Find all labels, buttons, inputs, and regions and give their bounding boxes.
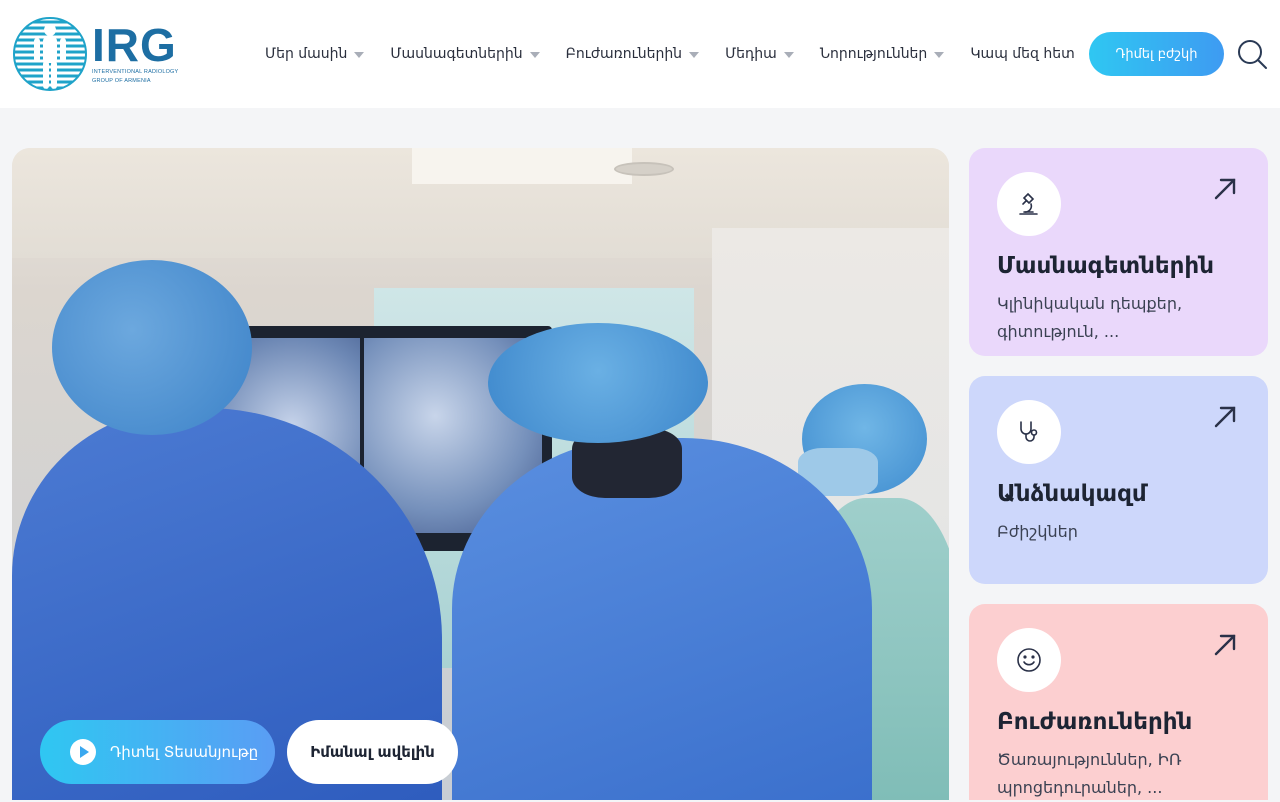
- microscope-icon: [997, 172, 1061, 236]
- card-patients[interactable]: Բուժառուներին Ծառայություններ, ԻՌ պրոցեդ…: [969, 604, 1268, 800]
- nav-item-news[interactable]: Նորություններ: [820, 46, 945, 62]
- caret-down-icon: [529, 52, 540, 58]
- caret-down-icon: [354, 52, 365, 58]
- contact-doctor-button[interactable]: Դիմել բժշկի: [1089, 32, 1224, 76]
- smile-icon: [997, 628, 1061, 692]
- card-title: Մասնագետներին: [997, 253, 1214, 279]
- arrow-up-right-icon[interactable]: [1212, 632, 1238, 658]
- nav-item-label: Մեդիա: [725, 46, 777, 62]
- card-staff[interactable]: Անձնակազմ Բժիշկներ: [969, 376, 1268, 584]
- logo-subtext-line1: INTERVENTIONAL RADIOLOGY: [92, 69, 179, 75]
- nav-item-label: Մեր մասին: [265, 46, 348, 62]
- watch-video-label: Դիտել Տեսանյութը: [110, 743, 259, 761]
- site-header: IRG INTERVENTIONAL RADIOLOGY GROUP OF AR…: [0, 0, 1280, 108]
- hero-image-cap-1: [52, 260, 252, 435]
- nav-item-patients[interactable]: Բուժառուներին: [565, 46, 700, 62]
- card-desc: Կլինիկական դեպքեր, գիտություն, ...: [997, 294, 1183, 341]
- nav-item-label: Բուժառուներին: [565, 46, 683, 62]
- logo-subtext-line2: GROUP OF ARMENIA: [92, 78, 151, 84]
- nav-item-contact[interactable]: Կապ մեզ հետ: [970, 46, 1074, 62]
- card-title: Բուժառուներին: [997, 709, 1193, 735]
- watch-video-button[interactable]: Դիտել Տեսանյութը: [40, 720, 275, 784]
- main-nav: Մեր մասին Մասնագետներին Բուժառուներին Մե…: [265, 0, 1101, 108]
- hero-image-cap-2: [488, 323, 708, 443]
- arrow-up-right-icon[interactable]: [1212, 176, 1238, 202]
- logo-text: IRG: [92, 19, 177, 71]
- card-title: Անձնակազմ: [997, 481, 1147, 507]
- logo-emblem-icon: [13, 17, 87, 91]
- card-desc: Բժիշկներ: [997, 522, 1078, 541]
- caret-down-icon: [934, 52, 945, 58]
- card-specialists[interactable]: Մասնագետներին Կլինիկական դեպքեր, գիտությ…: [969, 148, 1268, 356]
- hero-image-ceiling-light: [412, 148, 632, 184]
- hero-image-vent: [614, 162, 674, 176]
- nav-item-label: Մասնագետներին: [390, 46, 523, 62]
- caret-down-icon: [783, 52, 794, 58]
- play-icon: [70, 739, 96, 765]
- card-desc: Ծառայություններ, ԻՌ պրոցեդուրաներ, ...: [997, 750, 1182, 797]
- caret-down-icon: [689, 52, 700, 58]
- nav-item-media[interactable]: Մեդիա: [725, 46, 794, 62]
- logo-wordmark: IRG INTERVENTIONAL RADIOLOGY GROUP OF AR…: [92, 19, 179, 85]
- nav-item-about[interactable]: Մեր մասին: [265, 46, 365, 62]
- hero-banner: Դիտել Տեսանյութը Իմանալ ավելին: [12, 148, 949, 800]
- search-icon[interactable]: [1236, 38, 1268, 70]
- learn-more-button[interactable]: Իմանալ ավելին: [287, 720, 458, 784]
- nav-item-label: Կապ մեզ հետ: [970, 46, 1075, 62]
- nav-item-label: Նորություններ: [819, 46, 928, 62]
- arrow-up-right-icon[interactable]: [1212, 404, 1238, 430]
- logo[interactable]: IRG INTERVENTIONAL RADIOLOGY GROUP OF AR…: [12, 16, 182, 92]
- nav-item-specialists[interactable]: Մասնագետներին: [390, 46, 540, 62]
- stethoscope-icon: [997, 400, 1061, 464]
